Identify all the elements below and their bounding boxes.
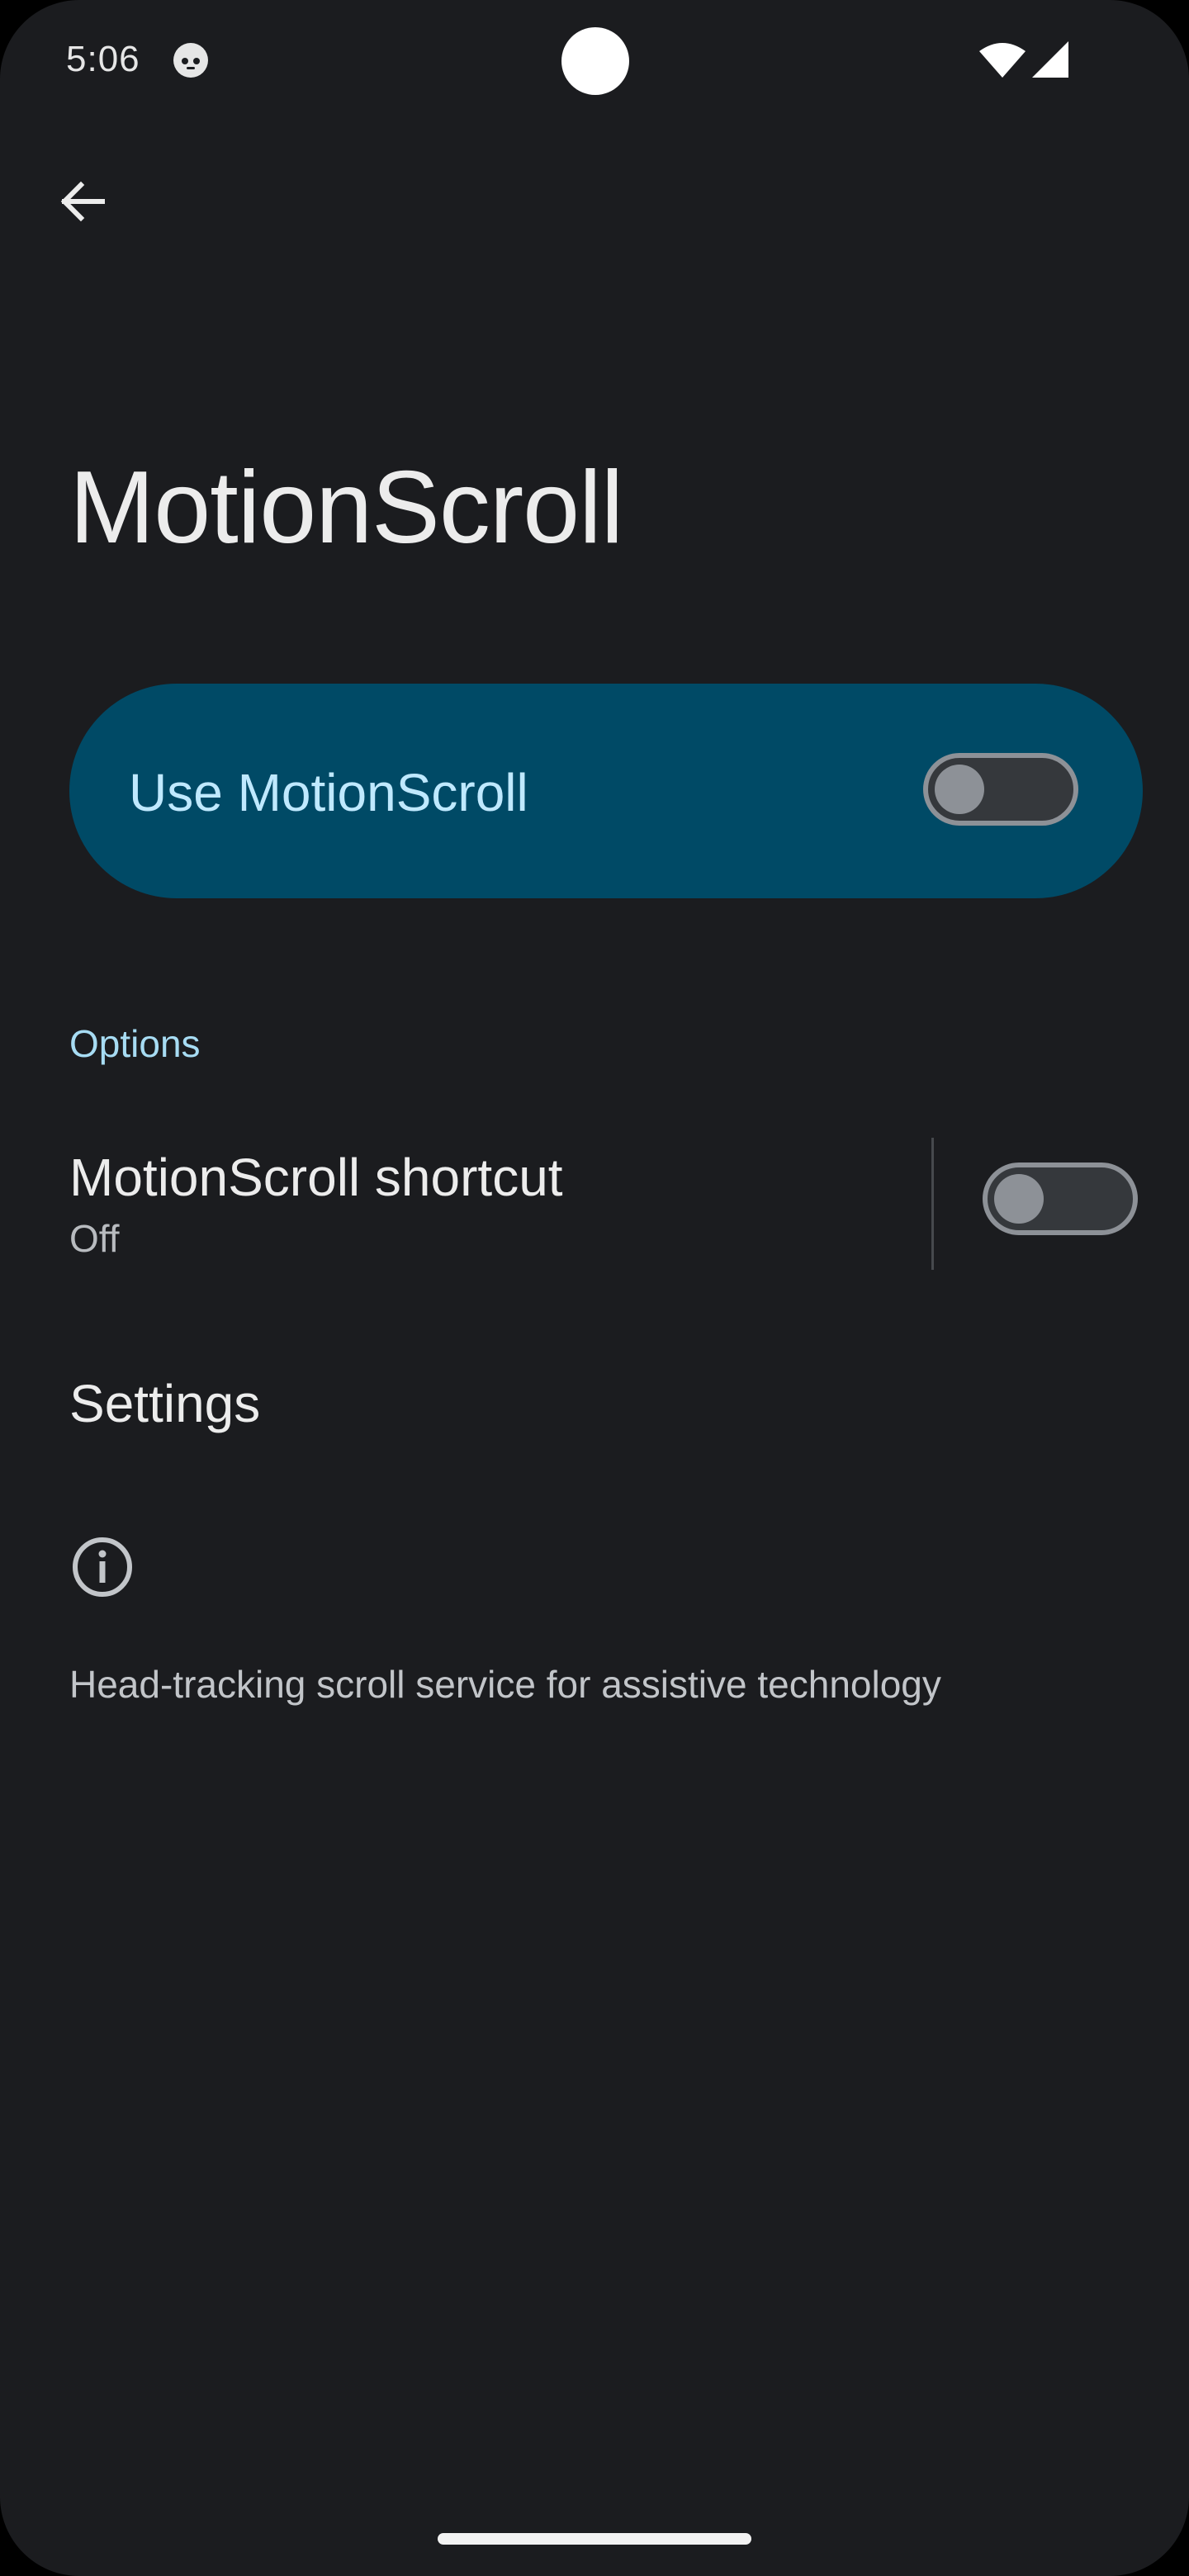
shortcut-preference-row: MotionScroll shortcut Off (0, 1123, 1189, 1288)
gesture-navigation-handle[interactable] (438, 2533, 751, 2545)
shortcut-summary: Off (69, 1217, 120, 1260)
settings-item[interactable]: Settings (0, 1354, 1189, 1453)
page-title: MotionScroll (69, 451, 623, 565)
options-section-header: Options (69, 1022, 201, 1065)
cellular-signal-icon (1032, 41, 1068, 78)
settings-label: Settings (69, 1374, 261, 1433)
main-toggle-switch[interactable] (923, 753, 1078, 826)
info-icon (73, 1537, 132, 1597)
app-notification-icon (173, 43, 208, 78)
status-bar: 5:06 (0, 0, 1189, 124)
main-switch-label: Use MotionScroll (129, 763, 528, 822)
shortcut-preference-item[interactable]: MotionScroll shortcut Off (0, 1123, 933, 1288)
arrow-back-icon (60, 181, 105, 222)
camera-cutout (561, 27, 629, 95)
main-switch-bar[interactable]: Use MotionScroll (69, 684, 1143, 898)
shortcut-title: MotionScroll shortcut (69, 1148, 563, 1207)
wifi-icon (979, 43, 1026, 78)
back-button[interactable] (43, 162, 122, 241)
shortcut-toggle-switch[interactable] (983, 1163, 1138, 1235)
toggle-thumb (994, 1174, 1044, 1224)
screen: 5:06 MotionScroll Use MotionScroll Optio… (0, 0, 1189, 2576)
toggle-thumb (935, 765, 984, 814)
status-time: 5:06 (66, 39, 140, 79)
divider (931, 1138, 934, 1270)
footer-description: Head-tracking scroll service for assisti… (69, 1663, 941, 1706)
